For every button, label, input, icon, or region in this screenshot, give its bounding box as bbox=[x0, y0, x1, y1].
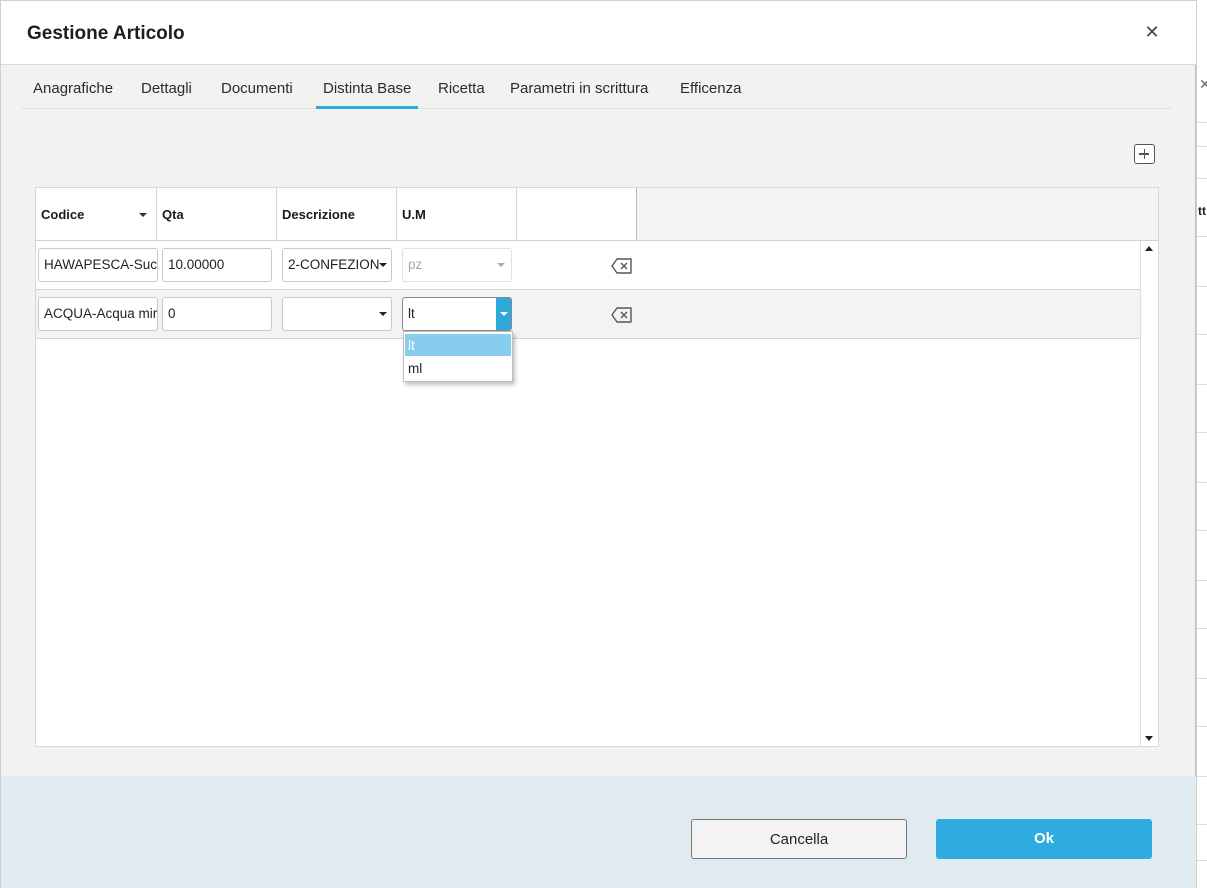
background-close-icon: ✕ bbox=[1199, 76, 1207, 93]
dropdown-arrow-icon bbox=[497, 263, 505, 267]
um-value: pz bbox=[408, 257, 423, 272]
dropdown-arrow-icon bbox=[379, 312, 387, 316]
grid-scrollbar[interactable] bbox=[1140, 241, 1158, 746]
table-row: HAWAPESCA-Succo 10.00000 2-CONFEZION pz bbox=[36, 241, 1140, 290]
table-row: ACQUA-Acqua mir 0 lt bbox=[36, 290, 1140, 339]
cancel-button[interactable]: Cancella bbox=[691, 819, 907, 859]
descrizione-value: 2-CONFEZION bbox=[288, 257, 380, 272]
tab-dettagli[interactable]: Dettagli bbox=[134, 65, 199, 109]
dropdown-arrow-icon bbox=[379, 263, 387, 267]
dialog-title: Gestione Articolo bbox=[27, 23, 185, 44]
close-icon[interactable]: ✕ bbox=[1141, 20, 1163, 44]
descrizione-select[interactable]: 2-CONFEZION bbox=[282, 248, 392, 282]
dropdown-arrow-icon[interactable] bbox=[496, 298, 511, 330]
dialog-footer: Cancella Ok bbox=[1, 776, 1196, 888]
qta-field[interactable]: 0 bbox=[162, 297, 272, 331]
column-header-descrizione[interactable]: Descrizione bbox=[277, 188, 397, 240]
um-dropdown-list: lt ml bbox=[403, 331, 513, 382]
tab-bar: Anagrafiche Dettagli Documenti Distinta … bbox=[21, 65, 1173, 109]
column-header-um[interactable]: U.M bbox=[397, 188, 517, 240]
codice-field[interactable]: HAWAPESCA-Succo bbox=[38, 248, 158, 282]
um-select[interactable]: lt bbox=[402, 297, 512, 331]
scroll-down-icon[interactable] bbox=[1145, 736, 1153, 741]
ok-button[interactable]: Ok bbox=[936, 819, 1152, 859]
background-column-label: tt bbox=[1198, 204, 1206, 218]
column-header-qta[interactable]: Qta bbox=[157, 188, 277, 240]
background-window: ✕ tt bbox=[1196, 0, 1207, 888]
descrizione-select[interactable] bbox=[282, 297, 392, 331]
delete-row-icon[interactable] bbox=[611, 258, 633, 274]
grid-header: Codice Qta Descrizione U.M bbox=[36, 188, 1158, 241]
um-select: pz bbox=[402, 248, 512, 282]
um-option-ml[interactable]: ml bbox=[405, 357, 511, 379]
delete-row-icon[interactable] bbox=[611, 307, 633, 323]
add-row-icon[interactable] bbox=[1134, 144, 1155, 164]
gestione-articolo-dialog: Gestione Articolo ✕ Anagrafiche Dettagli… bbox=[0, 0, 1196, 888]
distinta-base-grid: Codice Qta Descrizione U.M HAWAPESCA-Suc… bbox=[35, 187, 1159, 747]
tab-anagrafiche[interactable]: Anagrafiche bbox=[26, 65, 120, 109]
column-header-label: Codice bbox=[41, 207, 85, 222]
tab-ricetta[interactable]: Ricetta bbox=[431, 65, 492, 109]
tab-documenti[interactable]: Documenti bbox=[214, 65, 300, 109]
qta-field[interactable]: 10.00000 bbox=[162, 248, 272, 282]
sort-caret-icon[interactable] bbox=[139, 213, 147, 217]
um-option-lt[interactable]: lt bbox=[405, 334, 511, 356]
scroll-up-icon[interactable] bbox=[1145, 246, 1153, 251]
column-header-codice[interactable]: Codice bbox=[36, 188, 157, 240]
dialog-header: Gestione Articolo ✕ bbox=[1, 1, 1196, 65]
codice-field[interactable]: ACQUA-Acqua mir bbox=[38, 297, 158, 331]
tab-parametri-in-scrittura[interactable]: Parametri in scrittura bbox=[503, 65, 655, 109]
um-value: lt bbox=[408, 306, 415, 321]
tab-distinta-base[interactable]: Distinta Base bbox=[316, 65, 419, 109]
column-header-actions bbox=[517, 188, 637, 240]
tab-efficenza[interactable]: Efficenza bbox=[673, 65, 748, 109]
